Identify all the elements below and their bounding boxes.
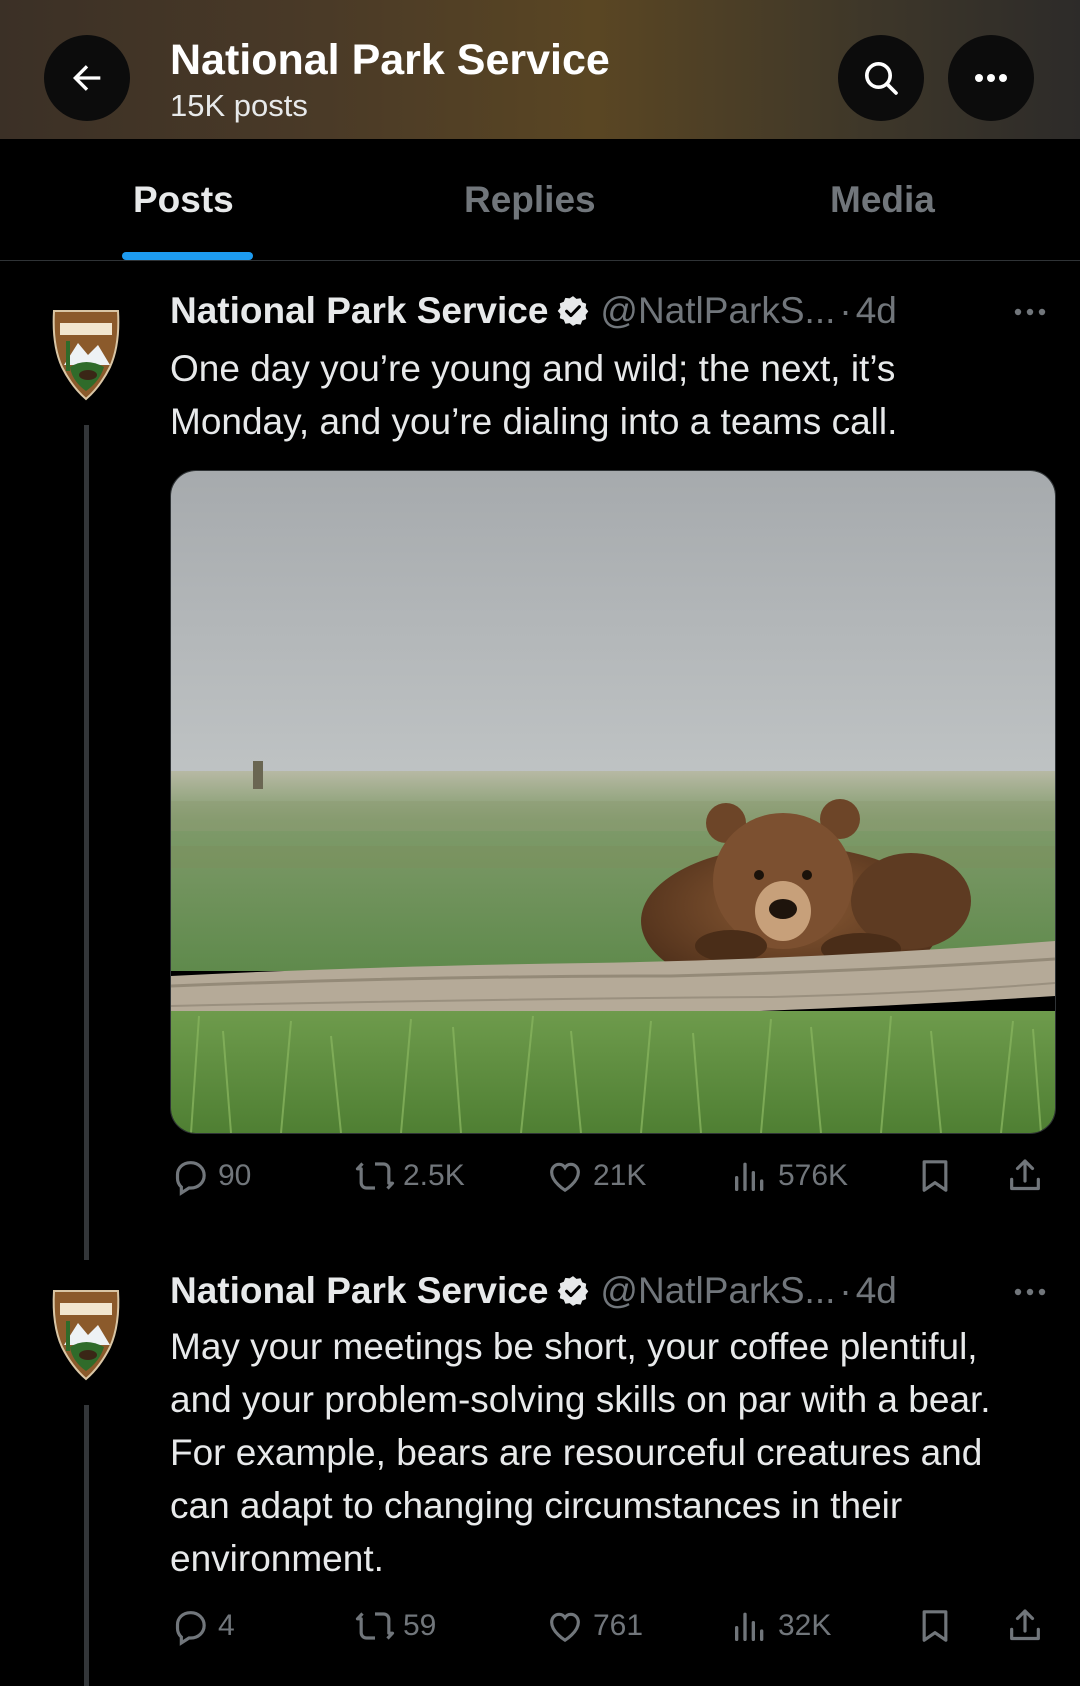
back-button[interactable] bbox=[44, 35, 130, 121]
tab-posts[interactable]: Posts bbox=[133, 179, 234, 221]
tab-replies[interactable]: Replies bbox=[464, 179, 596, 221]
post-more-button[interactable] bbox=[1008, 1282, 1058, 1302]
views-button[interactable]: 576K bbox=[730, 1156, 848, 1196]
avatar[interactable] bbox=[48, 1285, 124, 1381]
thread-line bbox=[84, 425, 89, 1260]
author-name[interactable]: National Park Service bbox=[170, 1270, 548, 1312]
repost-button[interactable]: 59 bbox=[355, 1606, 436, 1646]
share-button[interactable] bbox=[1005, 1156, 1053, 1196]
back-arrow-icon bbox=[73, 65, 101, 91]
search-button[interactable] bbox=[838, 35, 924, 121]
view-count: 32K bbox=[778, 1609, 832, 1642]
reply-count: 90 bbox=[218, 1159, 252, 1192]
views-button[interactable]: 32K bbox=[730, 1606, 831, 1646]
repost-icon bbox=[355, 1612, 395, 1640]
post-actions: 90 2.5K 21K 576K bbox=[170, 1156, 1060, 1206]
more-icon bbox=[1014, 308, 1046, 316]
post-text: One day you’re young and wild; the next,… bbox=[170, 348, 898, 442]
bookmark-icon bbox=[922, 1610, 948, 1642]
more-icon bbox=[975, 74, 1007, 82]
profile-tabs: Posts Replies Media bbox=[0, 139, 1080, 261]
author-handle[interactable]: @NatlParkS... bbox=[600, 1270, 835, 1312]
reply-button[interactable]: 90 bbox=[170, 1156, 251, 1196]
reply-count: 4 bbox=[218, 1609, 235, 1642]
tab-media[interactable]: Media bbox=[830, 179, 935, 221]
search-icon bbox=[865, 62, 898, 95]
verified-icon bbox=[556, 1274, 590, 1308]
views-icon bbox=[735, 1162, 764, 1191]
author-handle[interactable]: @NatlParkS... bbox=[600, 290, 835, 332]
like-count: 761 bbox=[593, 1609, 644, 1642]
views-icon bbox=[735, 1612, 764, 1641]
more-button[interactable] bbox=[948, 35, 1034, 121]
repost-count: 59 bbox=[403, 1609, 437, 1642]
profile-header: National Park Service 15K posts bbox=[0, 0, 1080, 139]
post-actions: 4 59 761 32K bbox=[170, 1606, 1060, 1656]
like-button[interactable]: 21K bbox=[545, 1156, 646, 1196]
profile-title: National Park Service bbox=[170, 36, 610, 84]
reply-icon bbox=[175, 1161, 206, 1196]
more-icon bbox=[1014, 1288, 1046, 1296]
like-icon bbox=[550, 1612, 580, 1643]
post-count: 15K posts bbox=[170, 88, 308, 123]
bookmark-icon bbox=[922, 1160, 948, 1192]
bookmark-button[interactable] bbox=[915, 1156, 963, 1196]
post-header: National Park Service @NatlParkS... · 4d bbox=[170, 1270, 897, 1312]
like-count: 21K bbox=[593, 1159, 647, 1192]
author-name[interactable]: National Park Service bbox=[170, 290, 548, 332]
share-icon bbox=[1010, 1609, 1040, 1641]
bookmark-button[interactable] bbox=[915, 1606, 963, 1646]
share-button[interactable] bbox=[1005, 1606, 1053, 1646]
post-header: National Park Service @NatlParkS... · 4d bbox=[170, 290, 897, 332]
separator-dot: · bbox=[839, 290, 852, 331]
avatar[interactable] bbox=[48, 305, 124, 401]
thread-line bbox=[84, 1405, 89, 1686]
reply-button[interactable]: 4 bbox=[170, 1606, 235, 1646]
like-button[interactable]: 761 bbox=[545, 1606, 643, 1646]
post-time[interactable]: 4d bbox=[856, 1270, 897, 1312]
repost-icon bbox=[355, 1162, 395, 1190]
reply-icon bbox=[175, 1611, 206, 1646]
like-icon bbox=[550, 1162, 580, 1193]
share-icon bbox=[1010, 1159, 1040, 1191]
post-more-button[interactable] bbox=[1008, 302, 1058, 322]
active-tab-indicator bbox=[122, 252, 253, 260]
view-count: 576K bbox=[778, 1159, 849, 1192]
post-text: May your meetings be short, your coffee … bbox=[170, 1326, 991, 1579]
verified-icon bbox=[556, 294, 590, 328]
post-time[interactable]: 4d bbox=[856, 290, 897, 332]
repost-count: 2.5K bbox=[403, 1159, 465, 1192]
repost-button[interactable]: 2.5K bbox=[355, 1156, 465, 1196]
separator-dot: · bbox=[839, 1270, 852, 1311]
post-image[interactable] bbox=[170, 470, 1056, 1134]
